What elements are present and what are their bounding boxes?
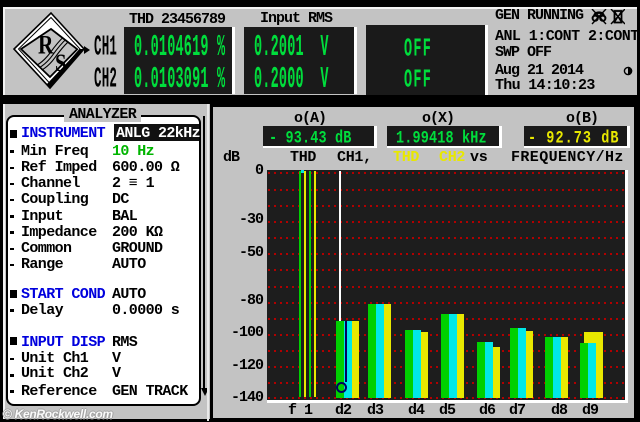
- svg-text:R: R: [38, 32, 54, 60]
- svg-text:S: S: [55, 49, 66, 76]
